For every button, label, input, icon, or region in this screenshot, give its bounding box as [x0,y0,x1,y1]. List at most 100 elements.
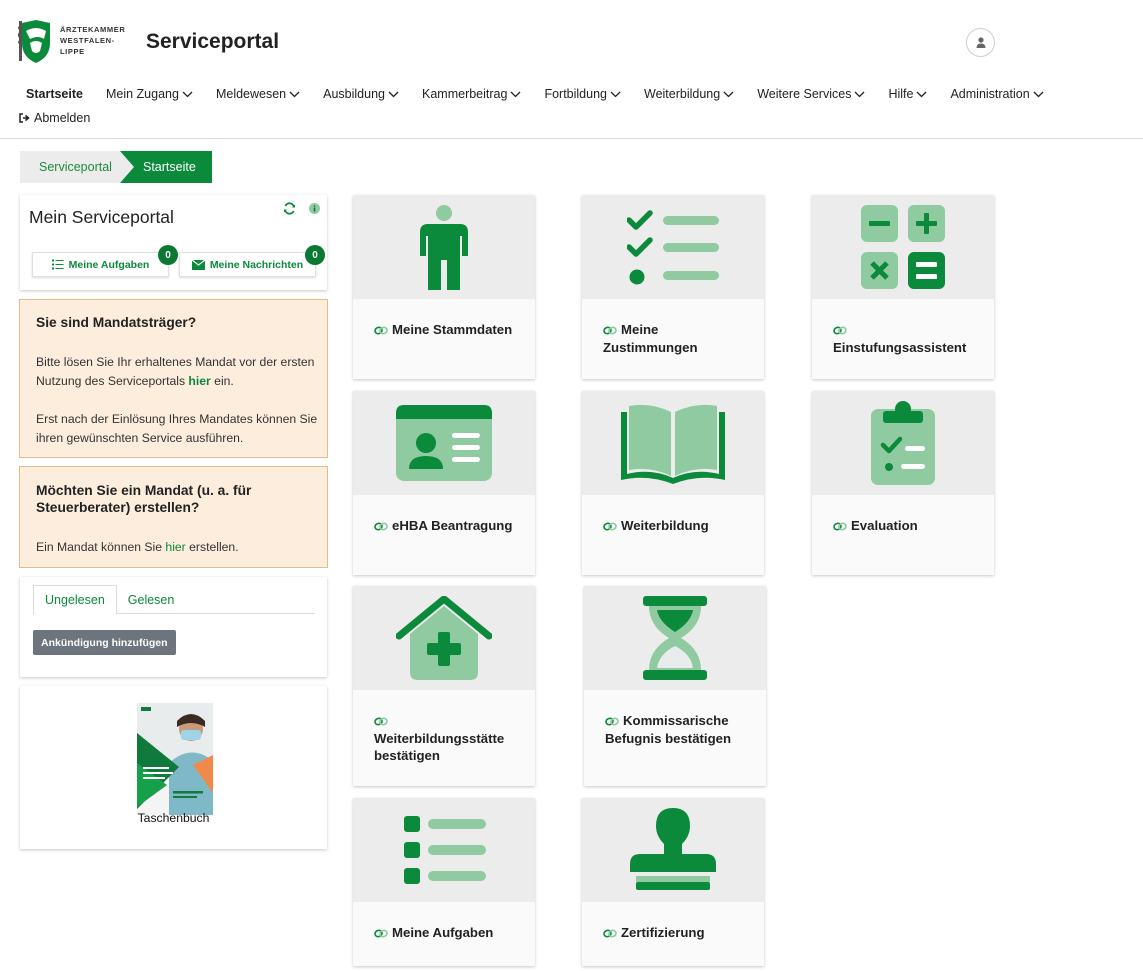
logo[interactable]: ÄRZTEKAMMER WESTFALEN-LIPPE [16,17,130,67]
tile-evaluation[interactable]: Evaluation [812,391,994,575]
logout-label: Abmelden [34,111,91,125]
user-menu-button[interactable] [966,28,995,57]
tile-label: Einstufungsassistent [833,321,983,356]
add-announcement-button[interactable]: Ankündigung hinzufügen [33,630,176,655]
nav-label: Kammerbeitrag [422,87,508,101]
nav-label: Hilfe [888,87,914,101]
envelope-icon [191,259,205,270]
notice-title: Sie sind Mandatsträger? [36,315,197,330]
tile-image [582,195,764,299]
announcement-tabs: Ungelesen Gelesen [33,585,315,615]
nav-weiterbildung[interactable]: Weiterbildung [644,87,734,101]
tile-label-text: Meine Stammdaten [392,322,513,337]
tile-label-text: Meine Zustimmungen [603,322,698,355]
person-icon [420,205,468,290]
nav-label: Ausbildung [323,87,385,101]
announcements-panel: Ungelesen Gelesen Ankündigung hinzufügen [20,577,327,677]
tab-ungelesen[interactable]: Ungelesen [33,585,117,615]
link-icon [605,717,619,726]
tile-meine-aufgaben[interactable]: Meine Aufgaben [353,798,535,966]
chevron-down-icon [610,91,621,97]
tile-image [353,391,535,495]
nav-administration[interactable]: Administration [950,87,1044,101]
nav-weitere-services[interactable]: Weitere Services [757,87,865,101]
breadcrumb-serviceportal[interactable]: Serviceportal [20,151,120,183]
notice-text-part: Ein Mandat können Sie [36,540,166,554]
link-icon [374,326,388,335]
tile-label: Weiterbildungsstätte bestätigen [374,712,524,765]
my-tasks-button[interactable]: Meine Aufgaben 0 [32,245,178,277]
site-title: Serviceportal [146,30,280,53]
nav-hilfe[interactable]: Hilfe [888,87,927,101]
tile-label-text: Weiterbildung [621,518,709,533]
nav-startseite[interactable]: Startseite [26,87,83,101]
tile-weiterbildungsstaette-bestaetigen[interactable]: Weiterbildungsstätte bestätigen [353,586,535,786]
nav-kammerbeitrag[interactable]: Kammerbeitrag [422,87,521,101]
tile-image [353,798,535,902]
notice-text-part: erstellen. [185,540,239,554]
nav-label: Mein Zugang [105,87,179,101]
tile-label-text: Weiterbildungsstätte bestätigen [374,730,505,764]
notice-text: Bitte lösen Sie Ihr erhaltenes Mandat vo… [36,353,321,390]
breadcrumb: Serviceportal Startseite [20,151,212,183]
nav-label: Meldewesen [215,87,287,101]
tile-label: Zertifizierung [603,924,753,942]
create-mandate-notice: Möchten Sie ein Mandat (u. a. für Steuer… [19,466,328,568]
book-icon [621,404,725,484]
clipboard-icon [871,401,935,485]
tab-gelesen[interactable]: Gelesen [117,585,186,614]
portal-title: Mein Serviceportal [29,207,174,227]
chevron-down-icon [854,91,865,97]
portal-panel: Mein Serviceportal Meine Aufgaben 0 Mein… [20,195,327,290]
stamp-icon [630,808,716,890]
book-cover-image[interactable] [137,703,213,815]
refresh-icon[interactable] [283,202,296,215]
create-mandate-link[interactable]: hier [165,540,185,554]
chevron-down-icon [289,91,300,97]
tile-einstufungsassistent[interactable]: Einstufungsassistent [812,195,994,379]
list-icon [51,259,64,270]
link-icon [833,522,847,531]
logo-crest-icon [16,20,50,63]
hourglass-icon [643,596,707,680]
tile-zertifizierung[interactable]: Zertifizierung [582,798,764,966]
nav-meldewesen[interactable]: Meldewesen [216,87,300,101]
redeem-mandate-link[interactable]: hier [188,374,210,388]
id-card-icon [396,405,492,481]
my-tasks-label: Meine Aufgaben [68,258,150,271]
tile-image [582,391,764,495]
nav-fortbildung[interactable]: Fortbildung [544,87,621,101]
nav-label: Startseite [26,87,83,101]
tile-meine-zustimmungen[interactable]: Meine Zustimmungen [582,195,764,379]
notice-title: Möchten Sie ein Mandat (u. a. für Steuer… [36,483,252,515]
tile-meine-stammdaten[interactable]: Meine Stammdaten [353,195,535,379]
mandate-holder-notice: Sie sind Mandatsträger? Bitte lösen Sie … [19,299,328,458]
tile-image [353,195,535,299]
tile-label: Kommissarische Befugnis bestätigen [605,712,755,747]
info-icon[interactable] [309,203,320,214]
my-messages-label: Meine Nachrichten [209,258,304,271]
tile-weiterbildung[interactable]: Weiterbildung [582,391,764,575]
tile-label: Meine Zustimmungen [603,321,753,356]
messages-count-badge: 0 [305,245,325,265]
user-icon [976,37,985,48]
calculator-icon [861,205,945,289]
tile-label-text: Einstufungsassistent [833,339,967,355]
tile-label-text: Evaluation [851,518,918,533]
link-icon [374,522,388,531]
nav-label: Weiterbildung [644,87,721,101]
tile-ehba-beantragung[interactable]: eHBA Beantragung [353,391,535,575]
tile-kommissarische-befugnis-bestaetigen[interactable]: Kommissarische Befugnis bestätigen [584,586,766,786]
my-messages-button[interactable]: Meine Nachrichten 0 [179,245,325,277]
tile-image [353,586,535,690]
tile-label: eHBA Beantragung [374,517,524,535]
nav-ausbildung[interactable]: Ausbildung [323,87,399,101]
nav-label: Weitere Services [757,87,852,101]
logout-link[interactable]: Abmelden [19,111,90,125]
checklist-icon [627,210,719,285]
chevron-down-icon [1033,91,1044,97]
tile-image [582,798,764,902]
sign-out-icon [19,113,30,123]
nav-mein-zugang[interactable]: Mein Zugang [106,87,193,101]
book-panel: Taschenbuch [20,686,327,849]
